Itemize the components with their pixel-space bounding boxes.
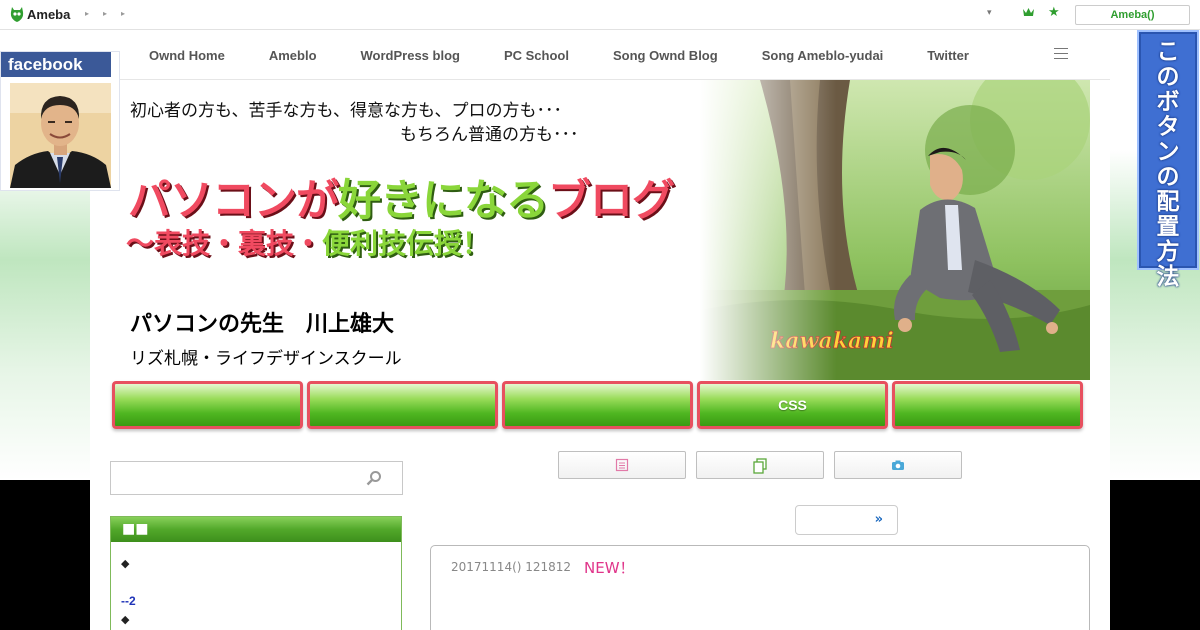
ameba-account-button[interactable]: Ameba() xyxy=(1075,5,1190,25)
search-input[interactable] xyxy=(110,461,403,495)
tab-buttons: CSS xyxy=(112,381,1087,431)
entry-list-button[interactable] xyxy=(558,451,686,479)
nav-item-ameblo[interactable]: Ameblo xyxy=(269,48,317,63)
hamburger-menu-icon[interactable] xyxy=(1054,48,1068,60)
ameba-logo[interactable]: Ameba xyxy=(10,6,70,23)
header-tagline-1: 初心者の方も、苦手な方も、得意な方も、プロの方も･･･ xyxy=(130,101,562,121)
arrow-right-icon[interactable]: ▸ xyxy=(85,9,89,18)
arrow-right-icon[interactable]: ▸ xyxy=(103,9,107,18)
blog-header[interactable]: 初心者の方も、苦手な方も、得意な方も、プロの方も･･･ もちろん普通の方も･･･… xyxy=(120,80,1090,380)
tab-button-5[interactable] xyxy=(892,381,1083,429)
star-icon[interactable]: ★ xyxy=(1048,5,1060,20)
blog-subtitle-part1: 〜表技・裏技・ xyxy=(126,227,323,260)
facebook-widget[interactable]: facebook xyxy=(0,51,120,191)
tab-button-3[interactable] xyxy=(502,381,693,429)
new-badge: NEW！ xyxy=(584,559,635,577)
button-placement-banner[interactable]: このボタンの配置方法 xyxy=(1137,30,1199,290)
chevron-down-icon[interactable]: ▾ xyxy=(987,8,992,18)
crown-icon[interactable] xyxy=(1022,6,1035,18)
arrow-right-icon[interactable]: ▸ xyxy=(121,9,125,18)
banner-text: このボタンの配置方法 xyxy=(1139,40,1197,290)
facebook-label: facebook xyxy=(1,52,111,77)
tab-button-2[interactable] xyxy=(307,381,498,429)
nav-item-ownd-home[interactable]: Ownd Home xyxy=(149,48,225,63)
nav-item-wordpress-blog[interactable]: WordPress blog xyxy=(361,48,460,63)
pager[interactable]: » xyxy=(795,505,898,535)
global-nav: Ownd Home Ameblo WordPress blog PC Schoo… xyxy=(120,30,1110,80)
ameba-topbar: Ameba ▸ ▸ ▸ ▾ ★ Ameba() xyxy=(0,0,1200,30)
banner-text-vertical: このボタンの配置方法 xyxy=(1156,39,1180,290)
blog-title-part1: パソコンが xyxy=(128,176,339,226)
tab-button-1[interactable] xyxy=(112,381,303,429)
next-page-link[interactable]: » xyxy=(875,512,883,527)
article-card: 20171114() 121812 NEW！ xyxy=(430,545,1090,630)
copy-icon xyxy=(753,458,767,474)
photo-button[interactable] xyxy=(834,451,962,479)
sidebar-widget: ■■ ◆ --2 ◆ xyxy=(110,516,402,630)
blog-subtitle: 〜表技・裏技・便利技伝授！ xyxy=(126,222,490,262)
school-name: リズ札幌・ライフデザインスクール xyxy=(130,349,402,369)
search-icon[interactable] xyxy=(366,470,382,486)
widget-bullet: ◆ xyxy=(121,557,130,570)
nav-item-pc-school[interactable]: PC School xyxy=(504,48,569,63)
profile-portrait-icon xyxy=(10,83,111,188)
profile-photo[interactable] xyxy=(10,83,111,188)
widget-bullet: ◆ xyxy=(121,613,130,626)
blog-subtitle-part2: 便利技伝授！ xyxy=(322,227,491,260)
tab-button-css[interactable]: CSS xyxy=(697,381,888,429)
teacher-name: パソコンの先生 川上雄大 xyxy=(130,312,395,337)
document-icon xyxy=(615,458,629,472)
copy-button[interactable] xyxy=(696,451,824,479)
ameba-logo-icon xyxy=(10,7,24,22)
blog-title: パソコンが好きになるブログ xyxy=(128,166,675,228)
widget-title: ■■ xyxy=(111,517,401,542)
nav-item-song-ownd-blog[interactable]: Song Ownd Blog xyxy=(613,48,718,63)
widget-link[interactable]: --2 xyxy=(121,594,136,608)
article-date: 20171114() 121812 xyxy=(451,560,572,574)
nav-items: Ownd Home Ameblo WordPress blog PC Schoo… xyxy=(149,30,1013,80)
blog-title-part3: ブログ xyxy=(548,176,675,226)
camera-icon xyxy=(892,460,904,470)
nav-item-twitter[interactable]: Twitter xyxy=(927,48,969,63)
topbar-arrows: ▸ ▸ ▸ xyxy=(85,9,125,18)
blog-title-part2: 好きになる xyxy=(338,176,549,226)
nav-item-song-ameblo[interactable]: Song Ameblo-yudai xyxy=(762,48,884,63)
ameba-logo-text: Ameba xyxy=(27,7,71,22)
header-photo: kawakami xyxy=(700,80,1090,380)
header-tagline-2: もちろん普通の方も･･･ xyxy=(400,125,579,145)
